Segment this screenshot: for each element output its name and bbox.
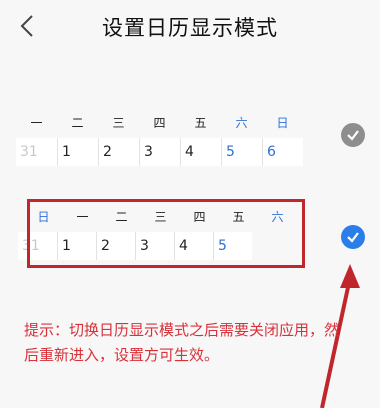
day-cell: 4	[180, 138, 221, 166]
day-cell: 2	[96, 232, 135, 260]
weekday-header-row: 日一二三四五六	[24, 202, 297, 230]
day-cell: 3	[139, 138, 180, 166]
weekday-label: 三	[154, 209, 167, 224]
day-cell: 5	[213, 232, 252, 260]
weekday-label: 四	[153, 115, 166, 130]
weekday-label: 日	[37, 209, 50, 224]
weekday-label: 六	[235, 115, 248, 130]
weekday-header-row: 一二三四五六日	[16, 108, 303, 136]
weekday-label: 四	[193, 209, 206, 224]
option-monday-first-radio[interactable]	[341, 123, 365, 147]
day-cell: 1	[57, 138, 98, 166]
checkmark-icon	[347, 130, 359, 141]
weekday-label: 三	[112, 115, 125, 130]
day-cell: 1	[57, 232, 96, 260]
option-monday-first[interactable]: 一 二 三 四 五 六 日 31 1 2 3 4 5 6	[16, 108, 310, 166]
page-title: 设置日历显示模式	[102, 16, 278, 40]
day-cell: 31	[20, 144, 38, 160]
day-cell: 6	[262, 138, 303, 166]
checkmark-icon	[347, 232, 359, 243]
day-row: 31 1 2 3 4 5	[18, 232, 252, 260]
day-cell: 31	[22, 238, 40, 254]
weekday-label: 五	[232, 209, 245, 224]
option-sunday-first[interactable]: 日 一 二 三 四 五 六 31 1 2 3 4 5	[18, 202, 290, 264]
day-cell: 4	[174, 232, 213, 260]
weekday-label: 二	[71, 115, 84, 130]
day-cell: 3	[135, 232, 174, 260]
hint-text: 提示：切换日历显示模式之后需要关闭应用，然后重新进入，设置方可生效。	[24, 321, 340, 364]
weekday-label: 六	[271, 209, 284, 224]
day-row: 31 1 2 3 4 5 6	[16, 138, 303, 166]
top-bar: 设置日历显示模式	[0, 0, 380, 54]
weekday-label: 一	[30, 115, 43, 130]
weekday-label: 二	[115, 209, 128, 224]
option-sunday-first-radio[interactable]	[341, 225, 365, 249]
day-cell: 5	[221, 138, 262, 166]
weekday-label: 日	[276, 115, 289, 130]
weekday-label: 一	[76, 209, 89, 224]
weekday-label: 五	[194, 115, 207, 130]
day-cell: 2	[98, 138, 139, 166]
